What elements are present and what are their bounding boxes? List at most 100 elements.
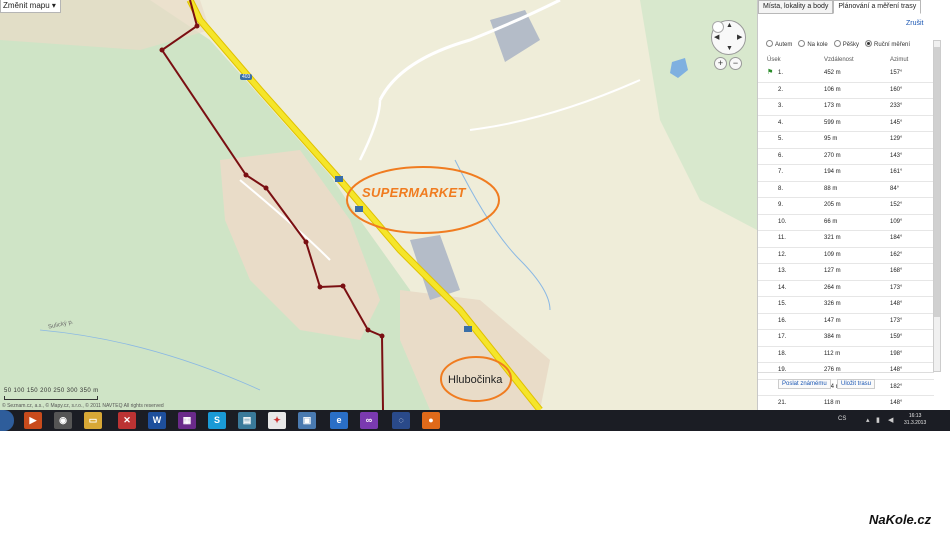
firefox-icon[interactable]: ●: [422, 412, 440, 429]
supermarket-annotation: SUPERMARKET: [362, 185, 466, 200]
segment-number: 8.: [778, 185, 784, 192]
table-row[interactable]: 5. 95 m 129°: [758, 132, 934, 149]
pan-center-icon[interactable]: [712, 21, 724, 33]
mode-manual[interactable]: Ruční měření: [865, 40, 910, 48]
table-row[interactable]: 18. 112 m 198°: [758, 347, 934, 363]
industrial-block: [490, 10, 540, 62]
segment-distance: 384 m: [824, 334, 841, 340]
table-row[interactable]: 3. 173 m 233°: [758, 99, 934, 116]
table-row[interactable]: 11. 321 m 184°: [758, 231, 934, 248]
radio-icon[interactable]: [833, 40, 841, 47]
segment-azimuth: 161°: [890, 169, 903, 175]
table-row[interactable]: ⚑ 1. 452 m 157°: [758, 66, 934, 83]
mode-car[interactable]: Autem: [766, 40, 792, 48]
mode-walk[interactable]: Pěšky: [833, 40, 859, 48]
scrollbar-thumb[interactable]: [934, 47, 940, 317]
radio-icon[interactable]: [766, 40, 773, 47]
table-row[interactable]: 14. 264 m 173°: [758, 281, 934, 297]
col-distance: Vzdálenost: [824, 57, 854, 63]
clock[interactable]: 16:13 31.3.2013: [904, 413, 926, 427]
taskbar: ▶ ◉ ▭ ✕ W ▦ S ▤ ✦ ▣ e ∞ ◌ ● CS ▴ ▮ ◀ 16:…: [0, 410, 950, 431]
app-icon[interactable]: ▣: [298, 412, 316, 429]
segment-distance: 321 m: [824, 235, 841, 241]
arrow-left-icon[interactable]: ◀: [714, 33, 719, 41]
segment-number: 7.: [778, 169, 784, 175]
media-player-icon[interactable]: ▶: [24, 412, 42, 429]
zoom-in-button[interactable]: +: [714, 57, 727, 70]
table-row[interactable]: 4. 599 m 145°: [758, 116, 934, 132]
app-icon[interactable]: ◉: [54, 412, 72, 429]
clock-date: 31.3.2013: [904, 420, 927, 426]
change-map-dropdown[interactable]: Změnit mapu ▾: [0, 0, 61, 13]
segment-distance: 106 m: [824, 86, 841, 93]
segment-number: 5.: [778, 136, 784, 142]
start-button[interactable]: [0, 410, 14, 431]
segment-distance: 118 m: [824, 400, 841, 406]
table-row[interactable]: 8. 88 m 84°: [758, 182, 934, 198]
segment-distance: 112 m: [824, 350, 841, 357]
app-icon[interactable]: ▦: [178, 412, 196, 429]
table-row[interactable]: 16. 147 m 173°: [758, 314, 934, 330]
app-icon[interactable]: ▤: [238, 412, 256, 429]
segment-number: 17.: [778, 334, 787, 340]
word-icon[interactable]: W: [148, 412, 166, 429]
send-to-friend-button[interactable]: Poslat známému: [778, 379, 831, 389]
tab-route-planning[interactable]: Plánování a měření trasy: [833, 0, 922, 14]
tab-places[interactable]: Místa, lokality a body: [758, 0, 834, 14]
save-route-button[interactable]: Uložit trasu: [837, 379, 876, 389]
bus-stop-marker: [335, 176, 343, 182]
pan-control[interactable]: ▲ ▼ ◀ ▶: [711, 20, 746, 55]
segment-azimuth: 143°: [890, 152, 903, 159]
minor-road: [378, 0, 561, 101]
app-icon[interactable]: ◌: [392, 412, 410, 429]
minor-road-3: [469, 79, 641, 131]
segment-distance: 147 m: [824, 317, 841, 324]
zoom-out-button[interactable]: −: [729, 57, 742, 70]
table-row[interactable]: 15. 326 m 148°: [758, 297, 934, 314]
road-number-badge: 403: [240, 74, 253, 80]
segment-azimuth: 162°: [890, 251, 903, 258]
panel-scrollbar[interactable]: [933, 40, 941, 372]
segment-azimuth: 148°: [890, 301, 903, 307]
table-row[interactable]: 2. 106 m 160°: [758, 83, 934, 99]
language-indicator[interactable]: CS: [838, 416, 846, 422]
segments-header: Úsek Vzdálenost Azimut: [758, 55, 934, 66]
segment-azimuth: 160°: [890, 86, 903, 93]
watermark: NaKole.cz: [869, 512, 932, 527]
table-row[interactable]: 17. 384 m 159°: [758, 330, 934, 347]
segment-azimuth: 145°: [890, 119, 903, 126]
table-row[interactable]: 9. 205 m 152°: [758, 198, 934, 215]
skype-icon[interactable]: S: [208, 412, 226, 429]
segments-table: ⚑ 1. 452 m 157° 2. 106 m 160° 3. 173 m 233° 4. 599 …: [758, 66, 934, 413]
table-row[interactable]: 13. 127 m 168°: [758, 264, 934, 281]
network-icon[interactable]: ▮: [876, 416, 880, 424]
volume-icon[interactable]: ◀: [888, 416, 893, 424]
col-azimuth: Azimut: [890, 57, 909, 63]
town-annotation: Hlubočinka: [448, 374, 503, 386]
map-graphics: [0, 0, 757, 410]
table-row[interactable]: 12. 109 m 162°: [758, 248, 934, 264]
segment-azimuth: 159°: [890, 334, 903, 340]
app-icon[interactable]: ✦: [268, 412, 286, 429]
internet-explorer-icon[interactable]: e: [330, 412, 348, 429]
table-row[interactable]: 10. 66 m 109°: [758, 215, 934, 231]
segment-azimuth: 109°: [890, 218, 903, 225]
arrow-down-icon[interactable]: ▼: [726, 45, 733, 52]
arrow-right-icon[interactable]: ▶: [737, 33, 742, 41]
app-icon[interactable]: ✕: [118, 412, 136, 429]
mode-bike[interactable]: Na kole: [798, 40, 828, 48]
segment-distance: 326 m: [824, 301, 841, 307]
tray-arrow-icon[interactable]: ▴: [866, 416, 870, 424]
map-canvas[interactable]: Změnit mapu ▾ 403 Sulický p. SUPERMARKET…: [0, 0, 757, 410]
radio-selected-icon[interactable]: [865, 40, 873, 47]
radio-icon[interactable]: [798, 40, 806, 47]
visual-studio-icon[interactable]: ∞: [360, 412, 378, 429]
folder-icon[interactable]: ▭: [84, 412, 102, 429]
arrow-up-icon[interactable]: ▲: [726, 22, 733, 29]
cancel-link[interactable]: Zrušit: [906, 20, 924, 27]
table-row[interactable]: 6. 270 m 143°: [758, 149, 934, 165]
table-row[interactable]: 7. 194 m 161°: [758, 165, 934, 182]
scale-labels: 50 100 150 200 250 300 350 m: [4, 388, 99, 394]
segment-distance: 264 m: [824, 284, 841, 291]
segment-number: 15.: [778, 301, 787, 307]
